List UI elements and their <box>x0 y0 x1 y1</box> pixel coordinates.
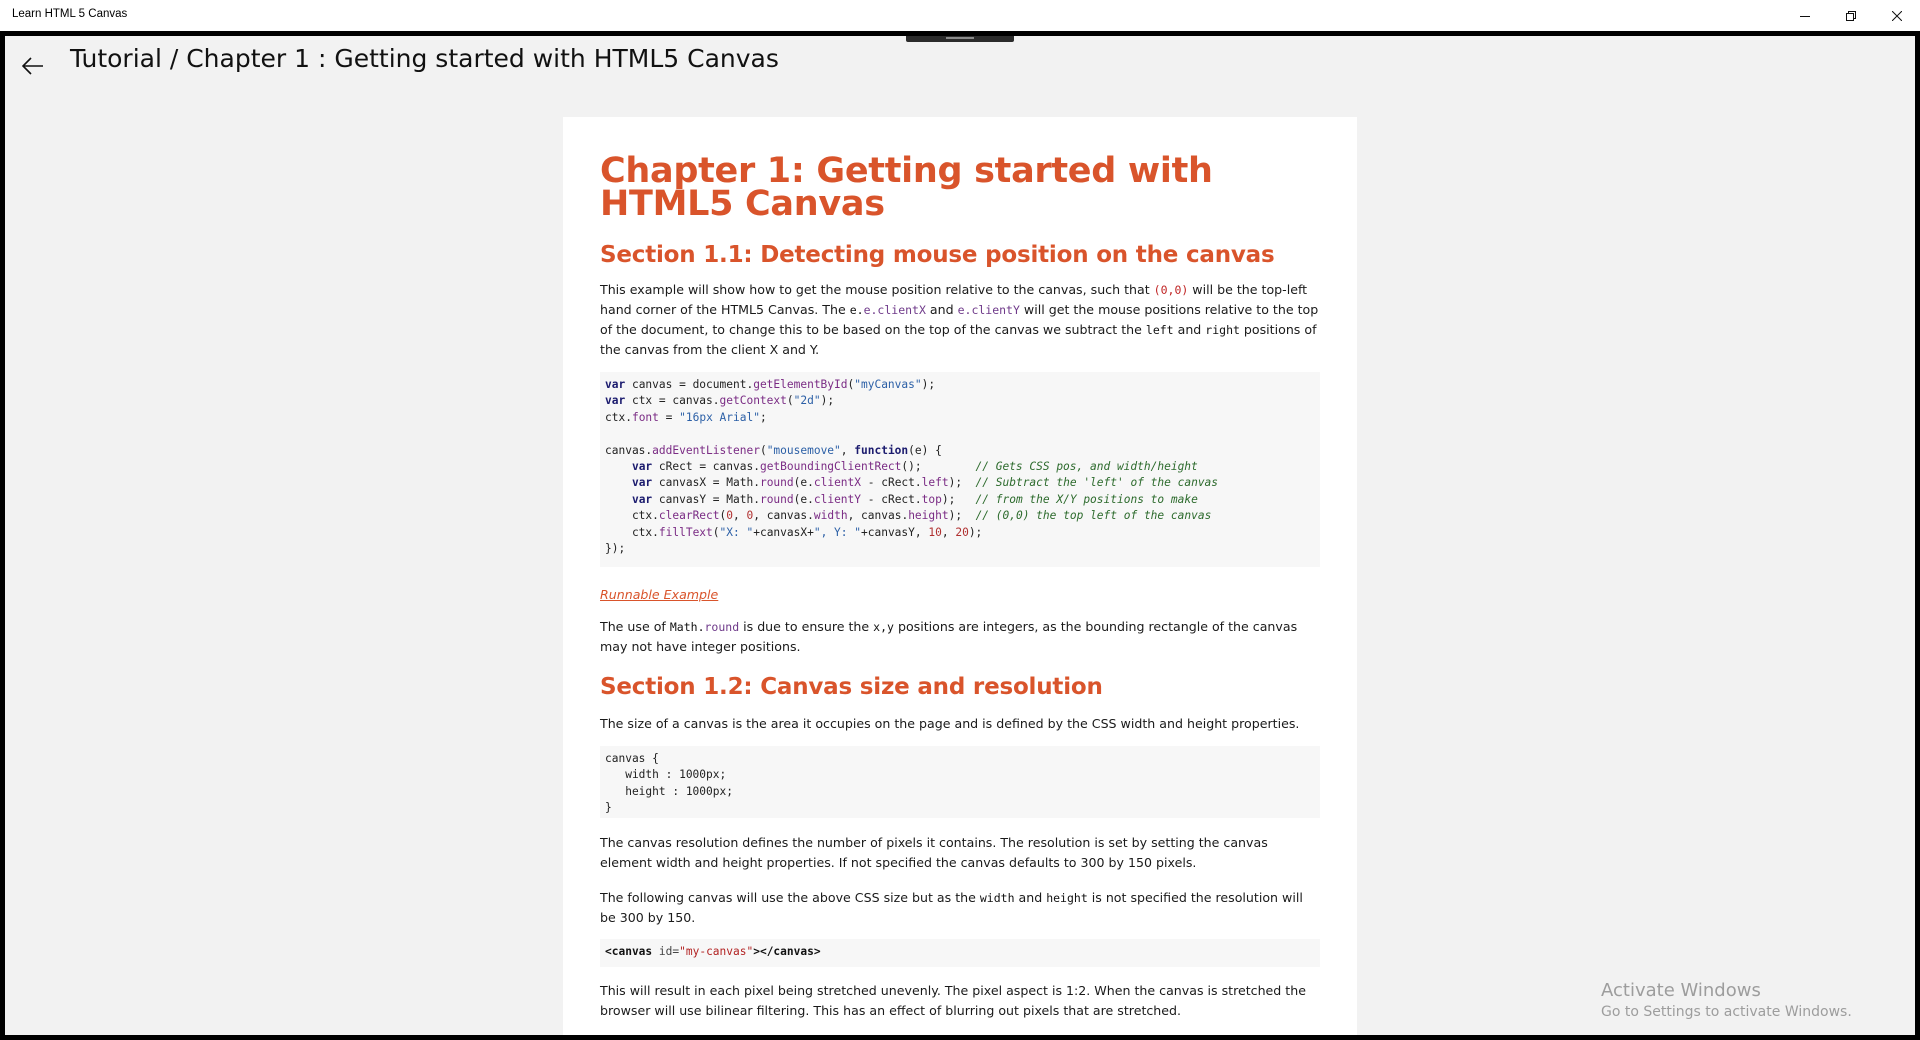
restore-button[interactable] <box>1828 0 1874 31</box>
drag-handle[interactable] <box>906 36 1014 42</box>
inline-code: right <box>1205 323 1240 337</box>
inline-code: e.clientY <box>957 303 1020 317</box>
text-run: is due to ensure the <box>739 619 874 634</box>
inline-code: width <box>979 891 1015 905</box>
inline-code: Math. <box>669 620 705 634</box>
watermark-title: Activate Windows <box>1601 980 1761 1001</box>
arrow-left-icon <box>22 57 43 75</box>
minimize-icon <box>1800 15 1810 17</box>
app-content-area: Tutorial / Chapter 1 : Getting started w… <box>5 36 1915 1035</box>
section-1-1-paragraph-1: This example will show how to get the mo… <box>600 280 1320 360</box>
text-run: The use of <box>600 619 670 634</box>
section-1-2-paragraph-2: The canvas resolution defines the number… <box>600 835 1268 870</box>
inline-code: x,y <box>873 620 894 634</box>
text-run: and <box>1173 322 1206 337</box>
text-run: This example will show how to get the mo… <box>600 282 1154 297</box>
code-block-canvas-html: <canvas id="my-canvas"></canvas> <box>600 939 1320 967</box>
code-block-mouse-position: var canvas = document.getElementById("my… <box>600 372 1320 567</box>
close-icon <box>1892 10 1902 21</box>
close-button[interactable] <box>1874 0 1920 31</box>
text-run: and <box>1014 890 1047 905</box>
inline-code: e. <box>849 303 864 317</box>
inline-code: (0,0) <box>1153 283 1189 297</box>
minimize-button[interactable] <box>1782 0 1828 31</box>
section-1-2-paragraph-3: The following canvas will use the above … <box>600 888 1320 928</box>
back-button[interactable] <box>13 46 53 86</box>
inline-code: height <box>1046 891 1088 905</box>
title-bar[interactable]: Learn HTML 5 Canvas <box>0 0 1920 31</box>
text-run: The following canvas will use the above … <box>600 890 980 905</box>
inline-code: e.clientX <box>863 303 926 317</box>
section-1-1-paragraph-2: The use of Math.round is due to ensure t… <box>600 617 1320 657</box>
activate-windows-watermark: Activate Windows Go to Settings to activ… <box>1601 980 1852 1022</box>
watermark-subtitle: Go to Settings to activate Windows. <box>1601 1004 1852 1020</box>
runnable-example-link[interactable]: Runnable Example <box>600 587 718 602</box>
section-1-2-paragraph-4: This will result in each pixel being str… <box>600 983 1306 1018</box>
restore-icon <box>1846 10 1856 21</box>
inline-code: left <box>1145 323 1174 337</box>
chapter-title: Chapter 1: Getting started with HTML5 Ca… <box>600 151 1213 224</box>
article-content: Chapter 1: Getting started with HTML5 Ca… <box>600 151 1320 1021</box>
section-1-2-paragraph-1: The size of a canvas is the area it occu… <box>600 716 1300 731</box>
inline-code: round <box>704 620 740 634</box>
runnable-example-row: Runnable Example <box>600 584 1320 603</box>
section-1-1-title: Section 1.1: Detecting mouse position on… <box>600 242 1275 268</box>
window-title: Learn HTML 5 Canvas <box>12 8 128 20</box>
code-block-canvas-css: canvas { width : 1000px; height : 1000px… <box>600 746 1320 818</box>
app-window: Learn HTML 5 Canvas Tutorial / Chapter 1… <box>0 0 1920 1040</box>
text-run: and <box>925 302 958 317</box>
breadcrumb: Tutorial / Chapter 1 : Getting started w… <box>70 44 779 73</box>
section-1-2-title: Section 1.2: Canvas size and resolution <box>600 674 1103 700</box>
article-card: Chapter 1: Getting started with HTML5 Ca… <box>563 117 1357 1035</box>
